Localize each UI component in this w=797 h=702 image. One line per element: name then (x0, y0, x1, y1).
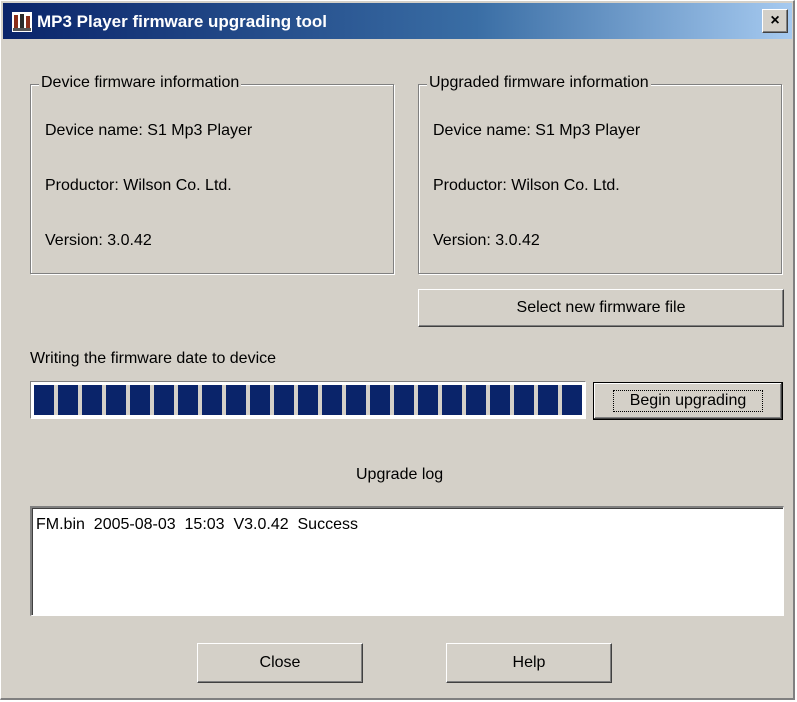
begin-upgrading-button[interactable]: Begin upgrading (593, 382, 783, 420)
select-firmware-button[interactable]: Select new firmware file (418, 289, 784, 327)
begin-upgrading-label: Begin upgrading (612, 390, 764, 412)
upgrade-log-list[interactable]: FM.bin 2005-08-03 15:03 V3.0.42 Success (30, 506, 784, 616)
device-firmware-legend: Device firmware information (39, 74, 242, 92)
upgraded-firmware-group: Upgraded firmware information Device nam… (418, 74, 782, 274)
device-name-label: Device name: S1 Mp3 Player (45, 122, 253, 139)
help-button[interactable]: Help (446, 643, 612, 683)
app-icon (12, 12, 32, 32)
close-icon[interactable]: × (762, 9, 788, 33)
dialog-window: MP3 Player firmware upgrading tool × Dev… (0, 0, 795, 700)
upgraded-version-label: Version: 3.0.42 (433, 232, 540, 249)
log-entry[interactable]: FM.bin 2005-08-03 15:03 V3.0.42 Success (36, 516, 779, 534)
device-producer-label: Productor: Wilson Co. Ltd. (45, 177, 232, 194)
progress-bar (30, 381, 586, 419)
device-firmware-group: Device firmware information Device name:… (30, 74, 394, 274)
device-version-label: Version: 3.0.42 (45, 232, 152, 249)
progress-fill (34, 385, 582, 415)
upgraded-firmware-legend: Upgraded firmware information (427, 74, 651, 92)
close-button[interactable]: Close (197, 643, 363, 683)
status-text: Writing the firmware date to device (30, 350, 277, 367)
window-title: MP3 Player firmware upgrading tool (37, 12, 328, 31)
title-bar[interactable]: MP3 Player firmware upgrading tool × (3, 3, 792, 39)
upgrade-log-title: Upgrade log (356, 466, 444, 483)
upgraded-name-label: Device name: S1 Mp3 Player (433, 122, 641, 139)
upgraded-producer-label: Productor: Wilson Co. Ltd. (433, 177, 620, 194)
